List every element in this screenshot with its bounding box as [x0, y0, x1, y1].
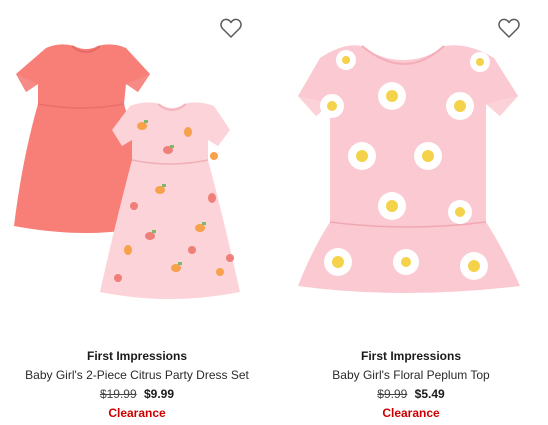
product-info: First Impressions Baby Girl's Floral Pep…	[274, 347, 548, 422]
product-image[interactable]	[274, 0, 548, 340]
product-brand: First Impressions	[86, 349, 188, 363]
peplum-top-illustration	[298, 45, 520, 294]
product-prices: $9.99 $5.49	[274, 385, 548, 403]
clearance-badge: Clearance	[108, 406, 166, 420]
product-image[interactable]	[0, 0, 274, 340]
sale-price: $5.49	[414, 387, 445, 401]
sale-price: $9.99	[144, 387, 175, 401]
wishlist-heart-icon[interactable]	[495, 14, 523, 42]
original-price: $9.99	[377, 387, 408, 401]
product-prices: $19.99 $9.99	[0, 385, 274, 403]
product-brand: First Impressions	[360, 349, 462, 363]
dress-set-illustration	[14, 44, 240, 300]
original-price: $19.99	[99, 387, 137, 401]
product-name-link[interactable]: Baby Girl's Floral Peplum Top	[274, 366, 548, 384]
product-card[interactable]: First Impressions Baby Girl's Floral Pep…	[274, 0, 548, 425]
pink-floral-top	[298, 45, 520, 294]
wishlist-heart-icon[interactable]	[217, 14, 245, 42]
product-info: First Impressions Baby Girl's 2-Piece Ci…	[0, 347, 274, 422]
product-card[interactable]: First Impressions Baby Girl's 2-Piece Ci…	[0, 0, 274, 425]
clearance-badge: Clearance	[382, 406, 440, 420]
product-name-link[interactable]: Baby Girl's 2-Piece Citrus Party Dress S…	[0, 366, 274, 384]
